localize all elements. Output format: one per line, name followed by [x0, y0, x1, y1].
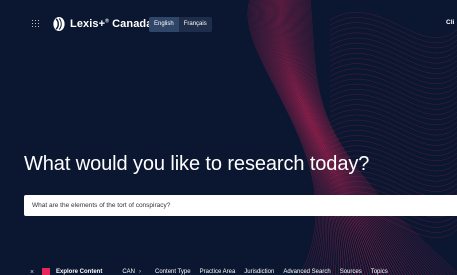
chevron-right-icon: ›	[139, 269, 142, 275]
search-input[interactable]	[24, 195, 457, 216]
filter-content-type[interactable]: Content Type	[155, 269, 191, 275]
language-english-button[interactable]: English	[149, 17, 179, 32]
explore-content-icon	[42, 268, 50, 275]
lexis-logo-icon	[53, 17, 65, 31]
search-box	[24, 195, 457, 216]
filter-jurisdiction[interactable]: Jurisdiction	[244, 269, 274, 275]
topics-link[interactable]: Topics	[371, 269, 388, 275]
page: Lexis+® Canada English Français Cli What…	[0, 0, 457, 275]
top-header: Lexis+® Canada English Français Cli	[0, 0, 457, 48]
page-heading: What would you like to research today?	[24, 153, 370, 175]
filter-practice-area[interactable]: Practice Area	[200, 269, 236, 275]
explore-content-label[interactable]: Explore Content	[56, 269, 102, 275]
lexis-logo[interactable]: Lexis+® Canada	[52, 15, 152, 33]
language-toggle: English Français	[149, 17, 212, 32]
brand-name: Lexis+® Canada	[70, 18, 153, 30]
sources-link[interactable]: Sources	[340, 269, 362, 275]
grid-icon[interactable]	[31, 19, 40, 28]
advanced-search-link[interactable]: Advanced Search	[283, 269, 330, 275]
language-french-button[interactable]: Français	[179, 17, 212, 32]
jurisdiction-selector[interactable]: CAN	[122, 269, 135, 275]
close-icon[interactable]: ×	[30, 269, 36, 275]
explore-content-bar: × Explore Content CAN › Content Type Pra…	[0, 263, 457, 275]
header-right-link[interactable]: Cli	[446, 19, 454, 26]
